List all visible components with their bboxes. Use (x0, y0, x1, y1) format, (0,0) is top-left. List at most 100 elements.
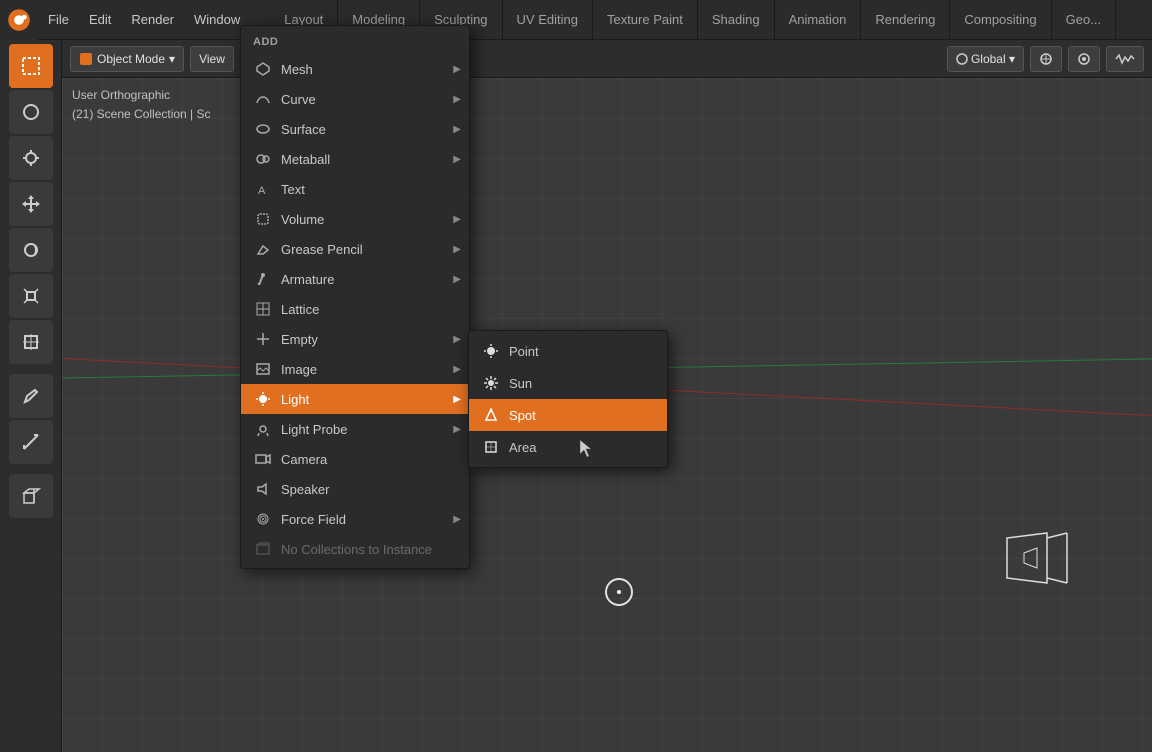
snap-btn[interactable] (1030, 46, 1062, 72)
light-icon (253, 389, 273, 409)
header-bar: Object Mode ▾ View Global ▾ (62, 40, 1152, 78)
select-circle-tool[interactable] (9, 90, 53, 134)
tab-uv-editing[interactable]: UV Editing (503, 0, 593, 39)
tab-texture-paint[interactable]: Texture Paint (593, 0, 698, 39)
move-tool[interactable] (9, 182, 53, 226)
menu-item-surface[interactable]: Surface ▶ (241, 114, 469, 144)
menu-item-armature[interactable]: Armature ▶ (241, 264, 469, 294)
text-icon: A (253, 179, 273, 199)
menu-item-metaball-label: Metaball (281, 152, 330, 167)
menu-item-empty[interactable]: Empty ▶ (241, 324, 469, 354)
menu-item-camera[interactable]: Camera (241, 444, 469, 474)
waveform-btn[interactable] (1106, 46, 1144, 72)
force-field-icon (253, 509, 273, 529)
menu-item-force-field[interactable]: Force Field ▶ (241, 504, 469, 534)
metaball-icon (253, 149, 273, 169)
select-box-tool[interactable] (9, 44, 53, 88)
menu-file[interactable]: File (38, 0, 79, 39)
menu-item-light-label: Light (281, 392, 309, 407)
tab-compositing[interactable]: Compositing (950, 0, 1051, 39)
sun-label: Sun (509, 376, 532, 391)
spot-light-icon (481, 405, 501, 425)
viewport-collection: (21) Scene Collection | Sc (72, 105, 211, 124)
menu-item-force-field-label: Force Field (281, 512, 346, 527)
tab-animation[interactable]: Animation (775, 0, 862, 39)
menu-item-image[interactable]: Image ▶ (241, 354, 469, 384)
menu-item-mesh[interactable]: Mesh ▶ (241, 54, 469, 84)
add-cube-tool[interactable] (9, 474, 53, 518)
measure-tool[interactable] (9, 420, 53, 464)
waveform-icon (1115, 52, 1135, 66)
point-label: Point (509, 344, 539, 359)
svg-text:A: A (258, 185, 266, 197)
camera-object (1002, 528, 1072, 588)
top-menu: File Edit Render Window (38, 0, 250, 39)
menu-item-light[interactable]: Light ▶ (241, 384, 469, 414)
image-icon (253, 359, 273, 379)
menu-item-image-label: Image (281, 362, 317, 377)
viewport-projection: User Orthographic (72, 86, 211, 105)
transform-tool[interactable] (9, 320, 53, 364)
transform-global[interactable]: Global ▾ (947, 46, 1024, 72)
add-menu: Add Mesh ▶ Curve ▶ Surface ▶ Metaball ▶ … (240, 25, 470, 569)
submenu-area[interactable]: Area (469, 431, 667, 463)
menu-item-metaball[interactable]: Metaball ▶ (241, 144, 469, 174)
snap-icon (1039, 52, 1053, 66)
tab-shading[interactable]: Shading (698, 0, 775, 39)
menu-item-curve[interactable]: Curve ▶ (241, 84, 469, 114)
lattice-icon (253, 299, 273, 319)
menu-item-light-probe-label: Light Probe (281, 422, 348, 437)
armature-arrow: ▶ (453, 274, 461, 285)
menu-render[interactable]: Render (121, 0, 184, 39)
tab-rendering[interactable]: Rendering (861, 0, 950, 39)
light-probe-arrow: ▶ (453, 424, 461, 435)
view-menu[interactable]: View (190, 46, 234, 72)
volume-icon (253, 209, 273, 229)
proportional-btn[interactable] (1068, 46, 1100, 72)
menu-item-speaker[interactable]: Speaker (241, 474, 469, 504)
submenu-point[interactable]: Point (469, 335, 667, 367)
menu-item-surface-label: Surface (281, 122, 326, 137)
menu-item-collections-label: No Collections to Instance (281, 542, 432, 557)
blender-logo[interactable] (0, 0, 38, 40)
menu-item-speaker-label: Speaker (281, 482, 329, 497)
menu-item-grease-pencil-label: Grease Pencil (281, 242, 363, 257)
global-icon (956, 53, 968, 65)
menu-item-camera-label: Camera (281, 452, 327, 467)
camera-icon (253, 449, 273, 469)
speaker-icon (253, 479, 273, 499)
mode-icon (79, 52, 93, 66)
menu-item-volume[interactable]: Volume ▶ (241, 204, 469, 234)
menu-item-lattice-label: Lattice (281, 302, 319, 317)
area-light-icon (481, 437, 501, 457)
menu-item-armature-label: Armature (281, 272, 334, 287)
empty-icon (253, 329, 273, 349)
volume-arrow: ▶ (453, 214, 461, 225)
top-bar: File Edit Render Window Layout Modeling … (0, 0, 1152, 40)
menu-item-grease-pencil[interactable]: Grease Pencil ▶ (241, 234, 469, 264)
metaball-arrow: ▶ (453, 154, 461, 165)
cursor-tool[interactable] (9, 136, 53, 180)
3d-cursor (605, 578, 633, 606)
submenu-sun[interactable]: Sun (469, 367, 667, 399)
menu-edit[interactable]: Edit (79, 0, 121, 39)
annotate-tool[interactable] (9, 374, 53, 418)
image-arrow: ▶ (453, 364, 461, 375)
scale-tool[interactable] (9, 274, 53, 318)
mode-selector[interactable]: Object Mode ▾ (70, 46, 184, 72)
mesh-icon (253, 59, 273, 79)
armature-icon (253, 269, 273, 289)
menu-item-text[interactable]: A Text (241, 174, 469, 204)
mode-chevron: ▾ (169, 52, 175, 66)
tab-geo[interactable]: Geo... (1052, 0, 1116, 39)
menu-item-text-label: Text (281, 182, 305, 197)
menu-title: Add (241, 30, 469, 54)
submenu-spot[interactable]: Spot (469, 399, 667, 431)
menu-item-lattice[interactable]: Lattice (241, 294, 469, 324)
mode-label: Object Mode (97, 52, 165, 66)
menu-item-light-probe[interactable]: Light Probe ▶ (241, 414, 469, 444)
left-toolbar (0, 40, 62, 752)
rotate-tool[interactable] (9, 228, 53, 272)
surface-arrow: ▶ (453, 124, 461, 135)
menu-item-volume-label: Volume (281, 212, 324, 227)
